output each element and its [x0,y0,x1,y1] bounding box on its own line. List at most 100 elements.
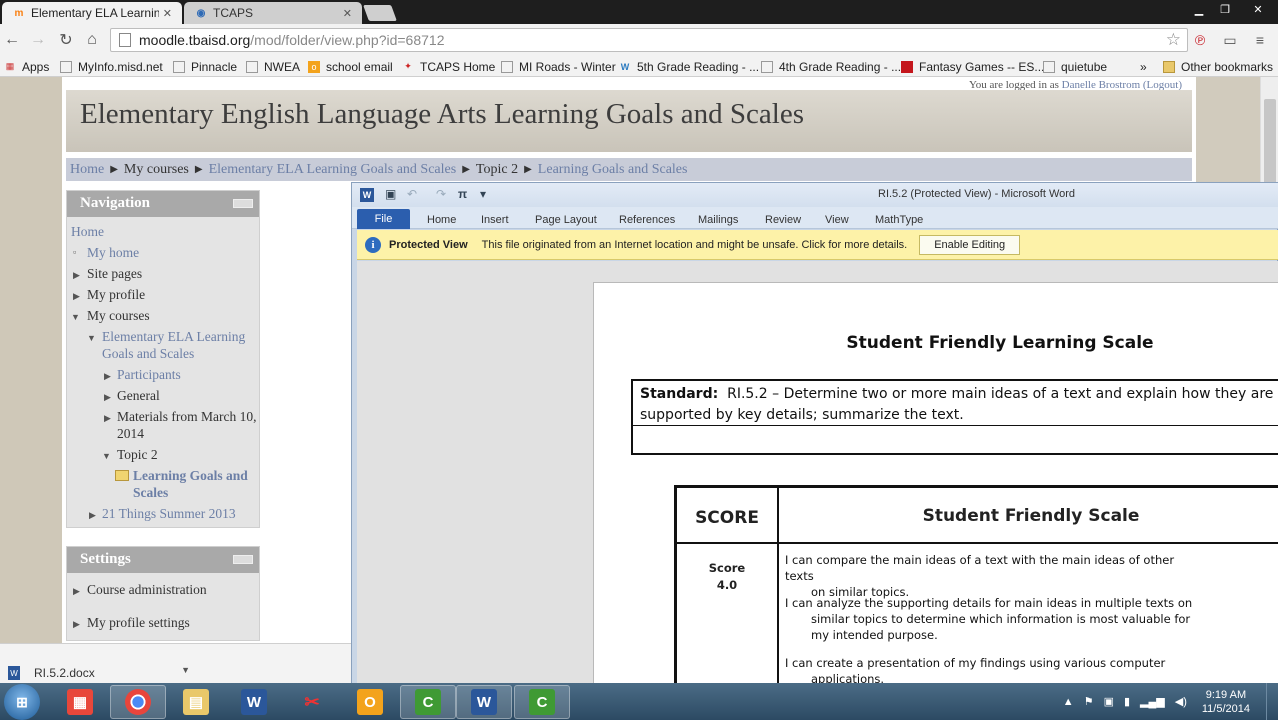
nav-participants[interactable]: ▶ Participants [71,366,259,383]
expand-arrow-icon[interactable]: ▶ [73,288,80,305]
signal-icon[interactable]: ▂▄▆ [1140,695,1165,708]
undo-icon[interactable]: ↶ [407,187,417,201]
taskbar-camtasia-2[interactable]: C [514,685,570,719]
bookmark-fantasy-games[interactable]: Fantasy Games -- ES... [901,58,1044,75]
close-window-icon[interactable]: ✕ [1238,0,1278,18]
bookmark-star-icon[interactable]: ☆ [1166,30,1181,50]
nav-learning-goals-folder[interactable]: Learning Goals and Scales [71,467,251,501]
expand-arrow-icon[interactable]: ▶ [73,583,80,600]
ribbon-tab-view[interactable]: View [825,210,849,229]
nav-topic-2[interactable]: ▼ Topic 2 [71,446,259,463]
document-area[interactable]: Student Friendly Learning Scale Standard… [357,261,1278,685]
ribbon-tab-references[interactable]: References [619,210,675,229]
bookmark-nwea[interactable]: NWEA [246,58,300,75]
word-app-icon[interactable]: W [360,188,374,202]
bookmark-apps[interactable]: ▦ Apps [4,58,50,75]
expand-arrow-icon[interactable]: ▶ [104,368,111,385]
tab-elementary-ela[interactable]: m Elementary ELA Learning G ✕ [2,2,182,24]
expand-arrow-icon[interactable]: ▶ [73,616,80,633]
taskbar-word[interactable]: W [226,685,282,719]
bookmark-5th-grade[interactable]: W 5th Grade Reading - ... [619,58,759,75]
protected-view-message[interactable]: This file originated from an Internet lo… [482,239,908,251]
nav-general[interactable]: ▶ General [71,387,259,404]
pinterest-icon[interactable]: ℗ [1190,30,1210,50]
redo-icon[interactable]: ↷ [436,187,446,201]
collapse-arrow-icon[interactable]: ▼ [71,309,80,326]
customize-qat-icon[interactable]: ▾ [480,187,486,201]
ribbon-tab-home[interactable]: Home [427,210,456,229]
close-tab-icon[interactable]: ✕ [163,7,172,20]
save-icon[interactable]: ▣ [385,187,396,201]
bookmarks-overflow[interactable]: » [1140,58,1147,75]
taskbar-outlook[interactable]: O [342,685,398,719]
document-page[interactable]: Student Friendly Learning Scale Standard… [593,282,1278,685]
ribbon-tab-file[interactable]: File [357,209,410,229]
ribbon-tab-insert[interactable]: Insert [481,210,509,229]
taskbar-snipping[interactable]: ✂ [284,685,340,719]
enable-editing-button[interactable]: Enable Editing [919,234,1021,255]
block-collapse-icon[interactable] [233,555,253,564]
reload-icon[interactable]: ↻ [56,30,76,50]
ribbon-tab-mailings[interactable]: Mailings [698,210,738,229]
address-bar[interactable]: moodle.tbaisd.org/mod/folder/view.php?id… [110,28,1188,52]
nav-my-profile[interactable]: ▶ My profile [71,286,259,303]
nav-site-pages[interactable]: ▶ Site pages [71,265,259,282]
nav-my-home[interactable]: ▫ My home [71,244,259,261]
tab-tcaps[interactable]: ◉ TCAPS ✕ [184,2,362,24]
nav-materials[interactable]: ▶ Materials from March 10, 2014 [71,408,259,442]
new-tab-button[interactable] [363,5,397,21]
expand-arrow-icon[interactable]: ▶ [73,267,80,284]
nav-course-ela[interactable]: ▼ Elementary ELA Learning Goals and Scale… [71,328,259,362]
expand-arrow-icon[interactable]: ▶ [104,389,111,406]
nav-21-things[interactable]: ▶ 21 Things Summer 2013 [71,505,259,522]
nav-my-courses[interactable]: ▼ My courses [71,307,259,324]
nav-profile-settings[interactable]: ▶ My profile settings [71,614,259,631]
other-bookmarks[interactable]: Other bookmarks [1163,58,1273,75]
breadcrumb-course[interactable]: Elementary ELA Learning Goals and Scales [209,162,457,178]
breadcrumb-folder[interactable]: Learning Goals and Scales [538,162,688,178]
breadcrumb-my-courses[interactable]: My courses [124,162,189,178]
nav-home[interactable]: Home [71,223,259,240]
taskbar-word-active[interactable]: W [456,685,512,719]
menu-icon[interactable]: ≡ [1250,30,1270,50]
back-icon[interactable]: ← [2,30,22,50]
taskbar-explorer[interactable]: ▤ [168,685,224,719]
clock[interactable]: 9:19 AM 11/5/2014 [1202,688,1250,716]
ribbon-tab-page-layout[interactable]: Page Layout [535,210,597,229]
forward-icon[interactable]: → [28,30,48,50]
taskbar-apps-grid[interactable]: ▦ [52,685,108,719]
bookmark-myinfo[interactable]: MyInfo.misd.net [60,58,163,75]
block-collapse-icon[interactable] [233,199,253,208]
expand-arrow-icon[interactable]: ▶ [89,507,96,524]
start-button[interactable]: ⊞ [4,684,40,720]
volume-icon[interactable]: ◀) [1175,695,1187,708]
close-tab-icon[interactable]: ✕ [343,7,352,20]
chevron-down-icon[interactable]: ▼ [181,665,190,675]
cast-icon[interactable]: ▭ [1220,30,1240,50]
tray-expand-icon[interactable]: ▲ [1063,696,1074,708]
expand-arrow-icon[interactable]: ▶ [104,410,111,427]
flag-icon[interactable]: ⚑ [1084,695,1094,708]
equation-pi-icon[interactable]: π [458,187,467,201]
minimize-icon[interactable]: ▁ [1186,0,1212,18]
bookmark-tcaps-home[interactable]: ✦ TCAPS Home [402,58,495,75]
bookmark-school-email[interactable]: o school email [308,58,393,75]
show-desktop-button[interactable] [1266,683,1278,720]
breadcrumb-topic[interactable]: Topic 2 [476,162,518,178]
taskbar-chrome[interactable] [110,685,166,719]
download-item[interactable]: W RI.5.2.docx ▼ [8,664,190,682]
restore-icon[interactable]: ❐ [1212,0,1238,18]
ribbon-tab-review[interactable]: Review [765,210,801,229]
bookmark-4th-grade[interactable]: 4th Grade Reading - ... [761,58,901,75]
breadcrumb-home[interactable]: Home [70,162,104,178]
bookmark-quietube[interactable]: quietube [1043,58,1107,75]
taskbar-camtasia-1[interactable]: C [400,685,456,719]
bookmark-pinnacle[interactable]: Pinnacle [173,58,237,75]
collapse-arrow-icon[interactable]: ▼ [87,330,96,347]
collapse-arrow-icon[interactable]: ▼ [102,448,111,465]
home-icon[interactable]: ⌂ [82,30,102,50]
device-icon[interactable]: ▣ [1104,695,1114,708]
network-icon[interactable]: ▮ [1124,695,1130,708]
ribbon-tab-mathtype[interactable]: MathType [875,210,923,229]
nav-course-administration[interactable]: ▶ Course administration [71,581,259,598]
